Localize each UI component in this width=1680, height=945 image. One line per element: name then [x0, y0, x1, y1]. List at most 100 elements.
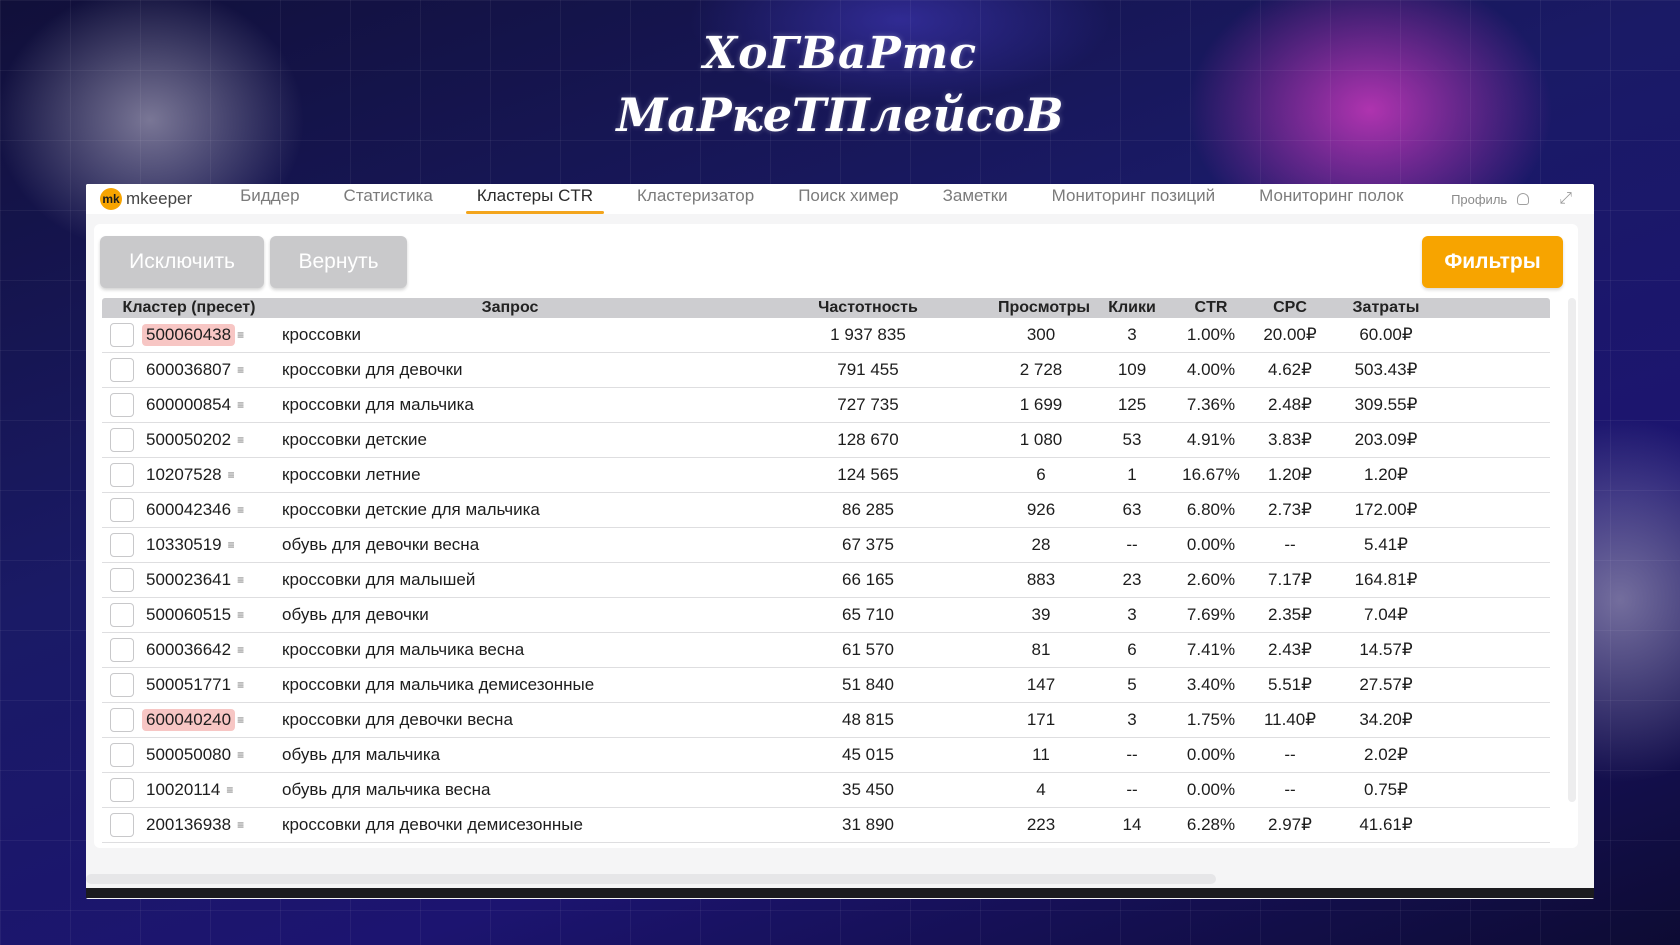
- preset-list-icon[interactable]: ≡: [237, 573, 244, 587]
- filters-button[interactable]: Фильтры: [1422, 236, 1563, 288]
- table-header: Кластер (пресет) Запрос Частотность Прос…: [102, 298, 1550, 318]
- preset-list-icon[interactable]: ≡: [237, 713, 244, 727]
- preset-list-icon[interactable]: ≡: [237, 748, 244, 762]
- ctr-cell: 6.80%: [1186, 500, 1236, 519]
- table-row[interactable]: 500060438 ≡ кроссовки 1 937 835 300 3 1.00% 20.…: [102, 318, 1550, 353]
- cluster-id[interactable]: 600036807: [142, 359, 235, 381]
- cluster-id[interactable]: 500023641: [142, 569, 235, 591]
- cluster-id[interactable]: 600040240: [142, 709, 236, 731]
- table-row[interactable]: 10330519 ≡ обувь для девочки весна 67 375 28…: [102, 528, 1550, 563]
- cluster-id[interactable]: 10207528: [142, 464, 226, 486]
- row-checkbox[interactable]: [110, 533, 134, 557]
- table-row[interactable]: 200136938 ≡ кроссовки для девочки демисезо…: [102, 808, 1550, 843]
- views-cell: 300: [1026, 325, 1056, 344]
- clicks-cell: 3: [1127, 605, 1137, 624]
- row-checkbox[interactable]: [110, 743, 134, 767]
- row-checkbox[interactable]: [110, 603, 134, 627]
- header-cpc[interactable]: CPC: [1242, 299, 1338, 317]
- cluster-id[interactable]: 500050080: [142, 744, 235, 766]
- cluster-id[interactable]: 10020114: [142, 779, 224, 801]
- table-row[interactable]: 10207528 ≡ кроссовки летние 124 565 6 1 16.67%…: [102, 458, 1550, 493]
- cluster-id[interactable]: 500060438: [142, 324, 236, 346]
- horizontal-scrollbar[interactable]: [86, 874, 1216, 884]
- clicks-cell: --: [1126, 745, 1138, 764]
- preset-list-icon[interactable]: ≡: [237, 503, 244, 517]
- header-clicks[interactable]: Клики: [1084, 299, 1180, 317]
- header-ctr[interactable]: CTR: [1180, 299, 1242, 317]
- row-checkbox[interactable]: [110, 638, 134, 662]
- cluster-id[interactable]: 200136938: [142, 814, 235, 836]
- preset-list-icon[interactable]: ≡: [237, 433, 244, 447]
- tab-5[interactable]: Заметки: [932, 184, 1019, 214]
- query-cell: обувь для мальчика весна: [282, 780, 491, 799]
- table-row[interactable]: 600040240 ≡ кроссовки для девочки весна 48 …: [102, 703, 1550, 738]
- tab-4[interactable]: Поиск химер: [787, 184, 909, 214]
- tab-3[interactable]: Кластеризатор: [626, 184, 765, 214]
- preset-list-icon[interactable]: ≡: [237, 608, 244, 622]
- preset-list-icon[interactable]: ≡: [237, 643, 244, 657]
- tab-2[interactable]: Кластеры CTR: [465, 184, 605, 214]
- table-row[interactable]: 600036642 ≡ кроссовки для мальчика весна 61…: [102, 633, 1550, 668]
- cpc-cell: 11.40₽: [1263, 710, 1317, 729]
- row-checkbox[interactable]: [110, 498, 134, 522]
- row-checkbox[interactable]: [110, 708, 134, 732]
- tab-6[interactable]: Мониторинг позиций: [1041, 184, 1227, 214]
- ctr-cell: 1.00%: [1186, 325, 1236, 344]
- clicks-cell: 125: [1117, 395, 1147, 414]
- row-checkbox[interactable]: [110, 568, 134, 592]
- query-cell: кроссовки для девочки весна: [282, 710, 513, 729]
- table-row[interactable]: 500050202 ≡ кроссовки детские 128 670 1 080 5…: [102, 423, 1550, 458]
- expand-icon[interactable]: ⤢: [1559, 190, 1572, 208]
- exclude-button[interactable]: Исключить: [100, 236, 264, 288]
- table-row[interactable]: 600036807 ≡ кроссовки для девочки 791 455 2 …: [102, 353, 1550, 388]
- brand[interactable]: mk mkeeper: [100, 188, 192, 210]
- header-cost[interactable]: Затраты: [1338, 299, 1434, 317]
- frequency-cell: 128 670: [837, 430, 899, 449]
- row-checkbox[interactable]: [110, 323, 134, 347]
- tab-1[interactable]: Статистика: [333, 184, 444, 214]
- row-checkbox[interactable]: [110, 393, 134, 417]
- cluster-id[interactable]: 500060515: [142, 604, 235, 626]
- table-row[interactable]: 500051771 ≡ кроссовки для мальчика демисез…: [102, 668, 1550, 703]
- preset-list-icon[interactable]: ≡: [228, 538, 235, 552]
- preset-list-icon[interactable]: ≡: [237, 363, 244, 377]
- header-query[interactable]: Запрос: [276, 299, 738, 317]
- header-frequency[interactable]: Частотность: [738, 299, 998, 317]
- return-button[interactable]: Вернуть: [270, 236, 407, 288]
- table-row[interactable]: 500060515 ≡ обувь для девочки 65 710 39 3 7.69…: [102, 598, 1550, 633]
- preset-list-icon[interactable]: ≡: [237, 818, 244, 832]
- table-row[interactable]: 600000854 ≡ кроссовки для мальчика 727 735 1…: [102, 388, 1550, 423]
- table-row[interactable]: 500023641 ≡ кроссовки для малышей 66 165 883…: [102, 563, 1550, 598]
- preset-list-icon[interactable]: ≡: [237, 328, 244, 342]
- tab-0[interactable]: Биддер: [229, 184, 310, 214]
- row-checkbox[interactable]: [110, 778, 134, 802]
- cluster-id[interactable]: 10330519: [142, 534, 226, 556]
- row-checkbox-cell: [102, 708, 142, 732]
- table-row[interactable]: 600042346 ≡ кроссовки детские для мальчика…: [102, 493, 1550, 528]
- row-checkbox[interactable]: [110, 673, 134, 697]
- preset-list-icon[interactable]: ≡: [237, 678, 244, 692]
- cluster-id[interactable]: 600042346: [142, 499, 235, 521]
- header-cluster[interactable]: Кластер (пресет): [102, 299, 276, 317]
- row-checkbox[interactable]: [110, 358, 134, 382]
- cpc-cell: --: [1284, 745, 1296, 764]
- profile-link[interactable]: Профиль: [1451, 192, 1559, 207]
- preset-list-icon[interactable]: ≡: [226, 783, 233, 797]
- views-cell: 39: [1031, 605, 1051, 624]
- header-views[interactable]: Просмотры: [998, 299, 1090, 317]
- table-row[interactable]: 500050080 ≡ обувь для мальчика 45 015 11 -- 0.…: [102, 738, 1550, 773]
- cluster-id[interactable]: 500051771: [142, 674, 235, 696]
- vertical-scrollbar[interactable]: [1568, 298, 1576, 802]
- row-checkbox[interactable]: [110, 813, 134, 837]
- cluster-cell: 500060438 ≡: [142, 324, 276, 346]
- cluster-id[interactable]: 500050202: [142, 429, 235, 451]
- row-checkbox-cell: [102, 743, 142, 767]
- table-row[interactable]: 10020114 ≡ обувь для мальчика весна 35 450 4…: [102, 773, 1550, 808]
- preset-list-icon[interactable]: ≡: [228, 468, 235, 482]
- cluster-id[interactable]: 600000854: [142, 394, 235, 416]
- row-checkbox[interactable]: [110, 428, 134, 452]
- preset-list-icon[interactable]: ≡: [237, 398, 244, 412]
- cluster-id[interactable]: 600036642: [142, 639, 235, 661]
- row-checkbox[interactable]: [110, 463, 134, 487]
- tab-7[interactable]: Мониторинг полок: [1248, 184, 1414, 214]
